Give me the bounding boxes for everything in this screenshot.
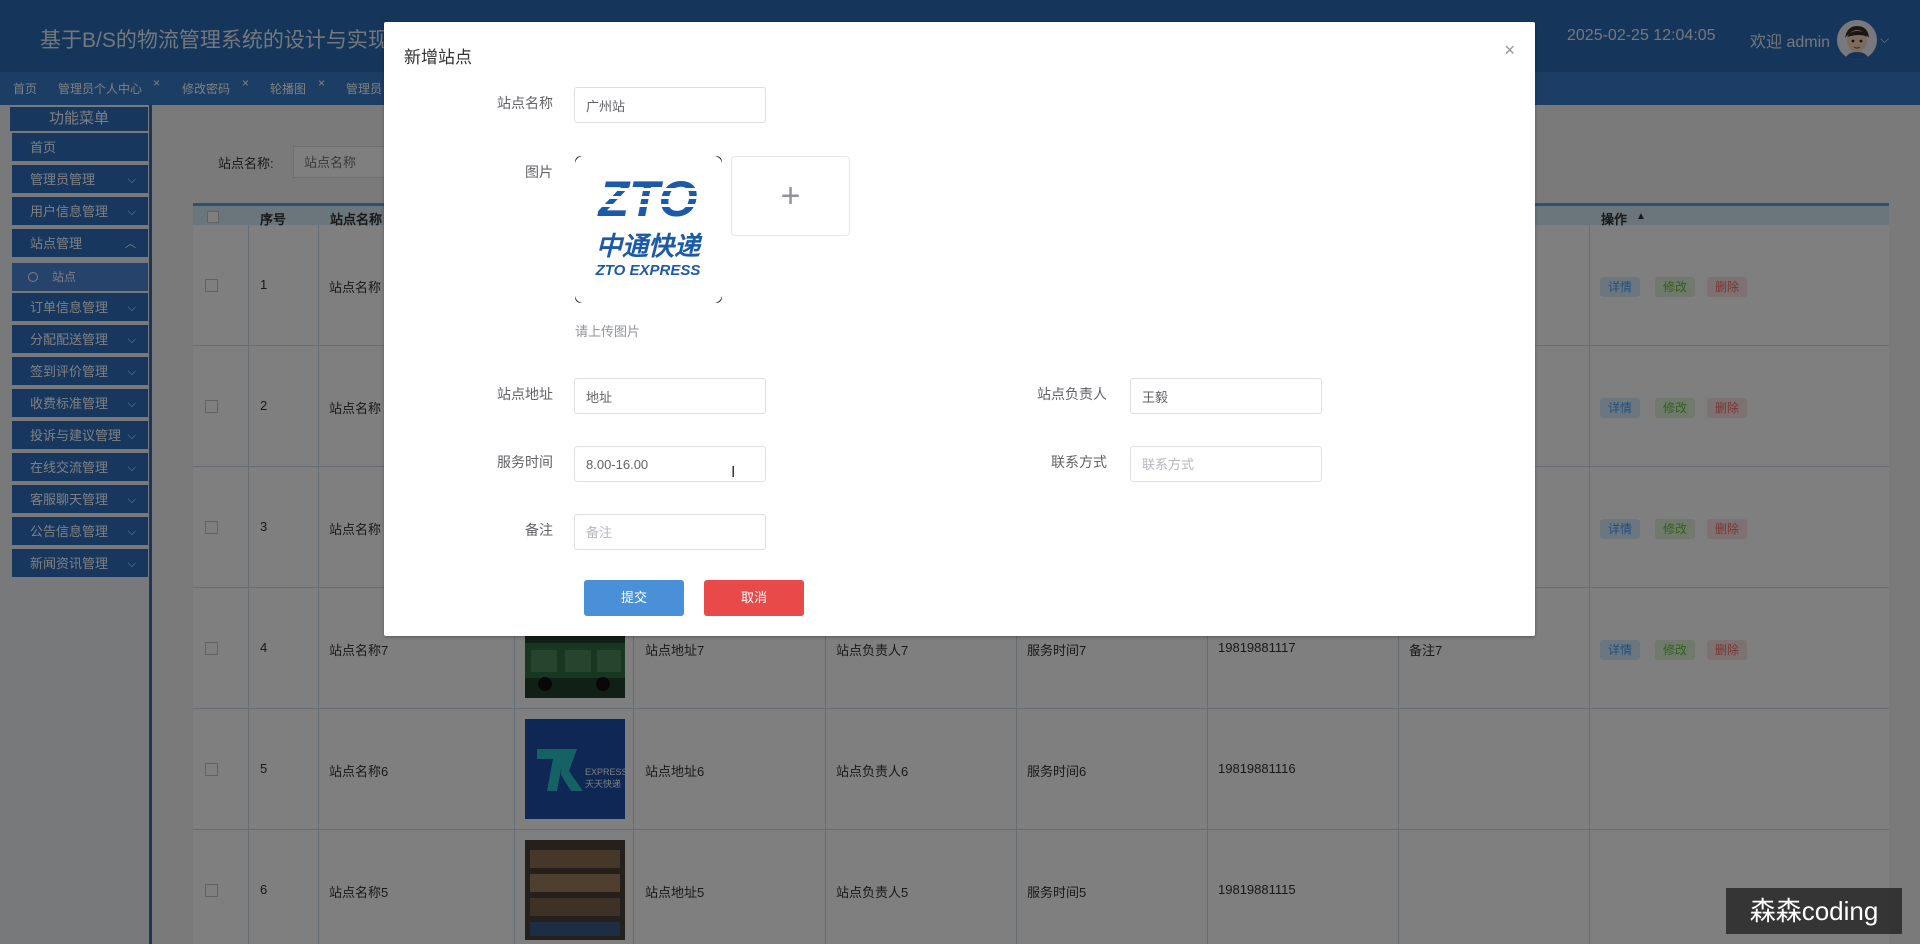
note-input[interactable] [574,514,766,550]
image-label: 图片 [525,164,553,180]
contact-label: 联系方式 [1051,454,1107,470]
watermark: 森森coding [1726,888,1902,934]
address-label: 站点地址 [497,386,553,402]
manager-label: 站点负责人 [1037,386,1107,402]
upload-button[interactable]: + [731,156,850,236]
service-hours-input[interactable] [574,446,766,482]
zto-cn-text: 中通快递 [596,232,703,262]
add-station-dialog: 新增站点 × 站点名称 图片 ZTO 中通快递 ZTO EXPRESS + 请上… [384,22,1535,636]
contact-input[interactable] [1130,446,1322,482]
service-hours-label: 服务时间 [497,454,553,470]
address-input[interactable] [574,378,766,414]
zto-en-text: ZTO EXPRESS [595,262,701,279]
dialog-title: 新增站点 [404,48,472,67]
upload-tip: 请上传图片 [575,324,641,339]
station-name-input[interactable] [574,87,766,123]
submit-button[interactable]: 提交 [584,580,684,616]
text-cursor-icon: I [731,464,736,481]
uploaded-image[interactable]: ZTO 中通快递 ZTO EXPRESS [575,156,722,303]
note-label: 备注 [525,522,553,538]
zto-logo-icon: ZTO 中通快递 ZTO EXPRESS [575,156,722,303]
cancel-button[interactable]: 取消 [704,580,804,616]
close-icon[interactable]: × [1504,40,1515,61]
station-name-label: 站点名称 [497,95,553,111]
plus-icon: + [780,177,801,215]
manager-input[interactable] [1130,378,1322,414]
